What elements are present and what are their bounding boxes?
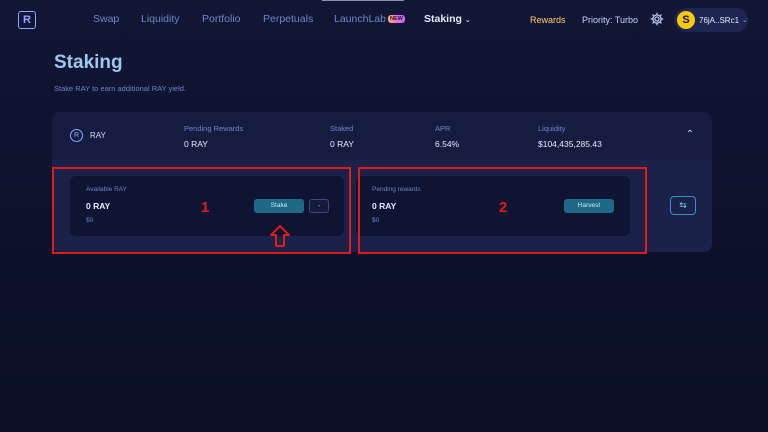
nav-item-swap[interactable]: Swap [93,13,119,25]
nav-item-staking-label: Staking [424,13,462,25]
pending-rewards-label: Pending Rewards [184,124,244,133]
page-title: Staking [54,52,123,73]
liquidity-value: $104,435,285.43 [538,139,602,149]
pool-token-name: RAY [90,131,106,140]
wallet-avatar: S [677,11,695,29]
liquidity-label: Liquidity [538,124,566,133]
page-subtitle: Stake RAY to earn additional RAY yield. [54,84,187,93]
nav-item-launchlab[interactable]: LaunchLab NEW [334,13,405,25]
annotation-number-1: 1 [201,199,210,216]
gear-icon[interactable] [650,12,664,26]
apr-label: APR [435,124,451,133]
staked-value: 0 RAY [330,139,354,149]
wallet-button[interactable]: S 76jA..SRc1 ⌄ [674,8,748,32]
pending-rewards-value: 0 RAY [184,139,208,149]
nav-item-portfolio[interactable]: Portfolio [202,13,241,25]
pool-header[interactable]: R RAY Pending Rewards 0 RAY Staked 0 RAY… [52,112,712,160]
new-badge: NEW [387,15,405,24]
apr-value: 6.54% [435,139,460,149]
annotation-number-2: 2 [499,199,508,216]
nav-item-launchlab-label: LaunchLab [334,13,386,25]
arrow-up-icon [270,225,290,247]
chevron-down-icon: ⌄ [464,17,471,24]
nav-item-staking[interactable]: Staking ⌄ [424,13,471,25]
wallet-address: 76jA..SRc1 [699,15,740,25]
raydium-logo-icon[interactable]: R [18,11,36,29]
nav-item-liquidity[interactable]: Liquidity [141,13,180,25]
staked-label: Staked [330,124,354,133]
priority-fee-button[interactable]: Priority: Turbo [582,15,638,25]
rewards-link[interactable]: Rewards [530,15,566,25]
nav-item-perpetuals[interactable]: Perpetuals [263,13,313,25]
chevron-up-icon[interactable]: ⌃ [684,129,696,141]
chevron-down-icon: ⌄ [742,17,748,24]
top-navigation: R Swap Liquidity Portfolio Perpetuals La… [0,0,768,40]
swap-arrows-icon[interactable]: ⇆ [670,196,696,215]
ray-token-icon: R [70,129,83,142]
